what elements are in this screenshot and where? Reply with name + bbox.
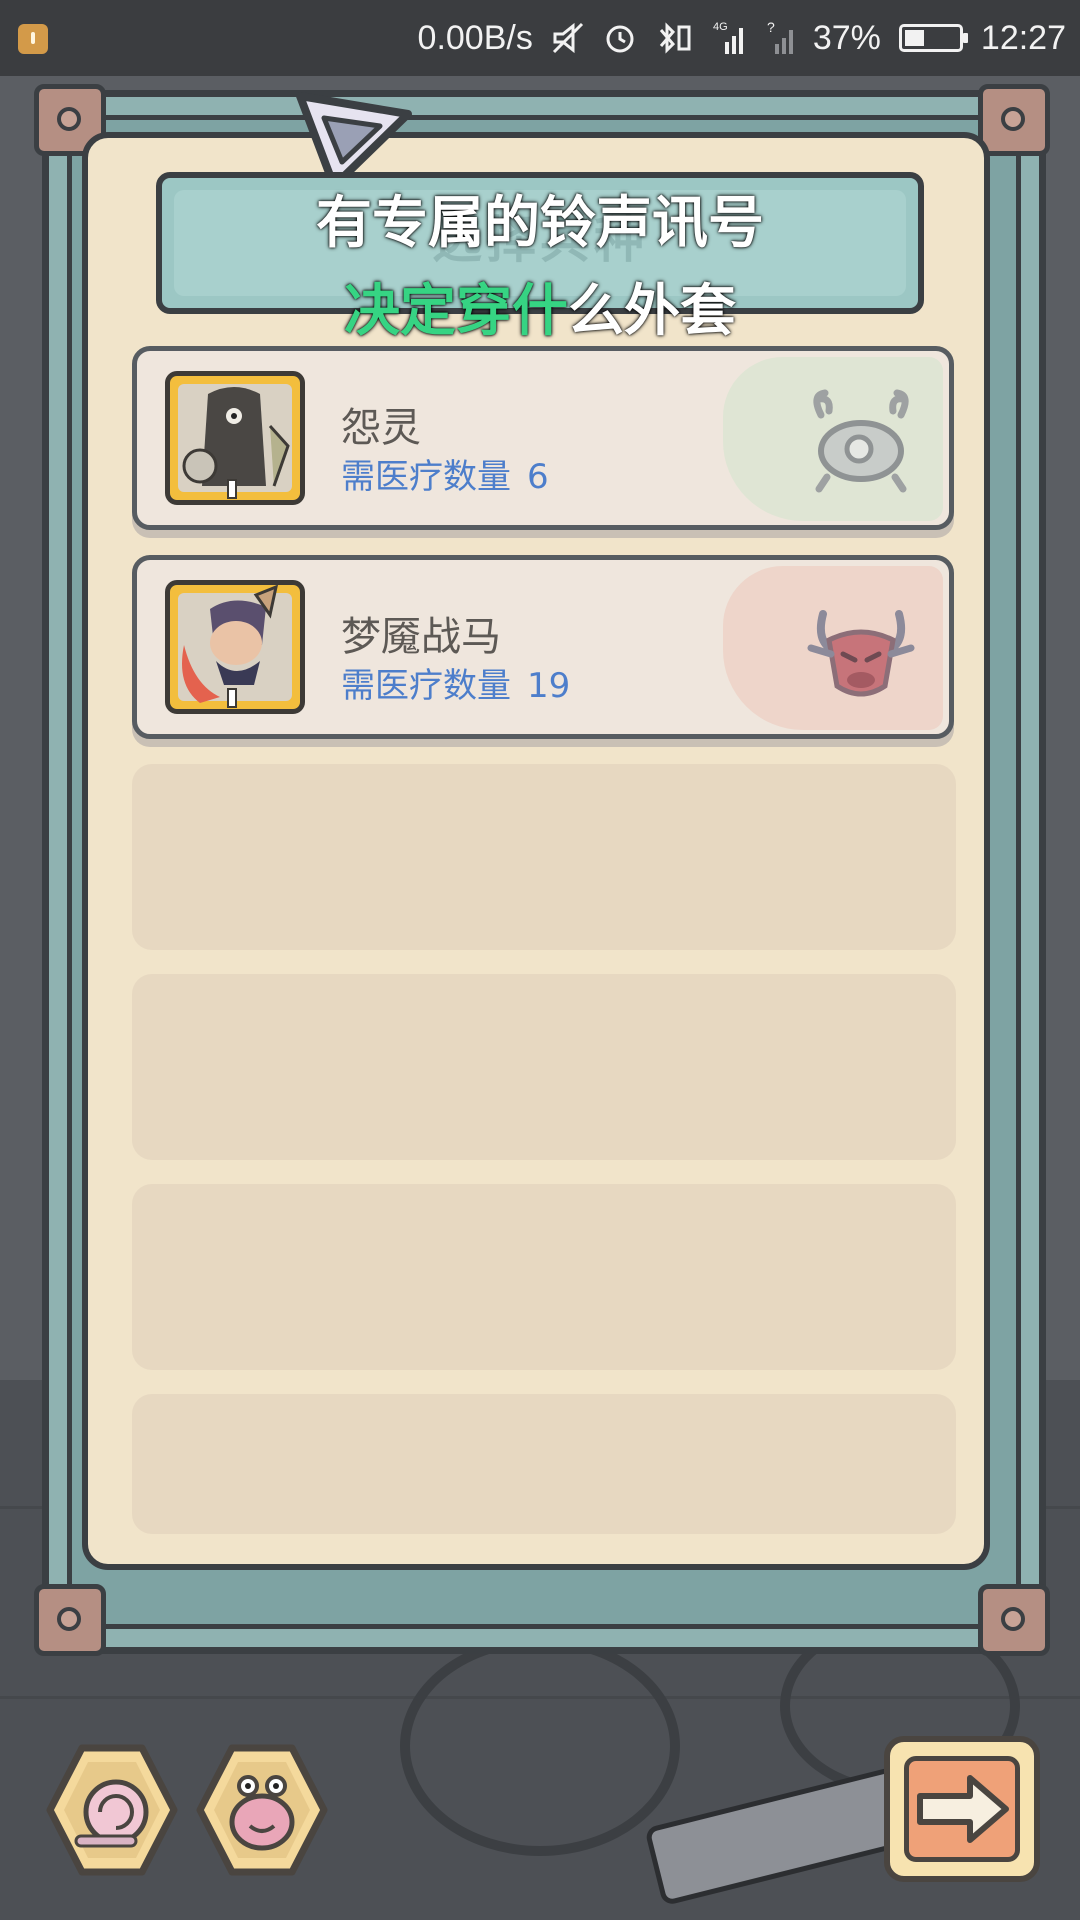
status-bar: 0.00B/s 4G ? 37% 12:27 xyxy=(0,0,1080,76)
crab-eye-icon xyxy=(813,389,909,493)
subtitle-highlight: 决定穿什 xyxy=(344,279,568,344)
heal-need-count: 19 xyxy=(527,666,571,706)
empty-unit-slot xyxy=(132,764,956,950)
status-icons: 0.00B/s 4G ? 37% 12:27 xyxy=(418,16,1066,60)
notification-app-icon xyxy=(18,24,48,54)
clock: 12:27 xyxy=(980,18,1066,57)
unit-name: 怨灵 xyxy=(341,405,421,451)
unit-card-wraith[interactable]: 怨灵 需医疗数量 6 xyxy=(132,346,954,530)
unit-portrait-nightmare-steed xyxy=(165,580,305,714)
svg-text:?: ? xyxy=(767,20,775,35)
unit-heal-need: 需医疗数量 19 xyxy=(341,658,570,707)
battery-percent: 37% xyxy=(812,18,881,57)
unit-heal-need: 需医疗数量 6 xyxy=(341,449,549,498)
corner-bracket xyxy=(34,1584,106,1656)
svg-text:4G: 4G xyxy=(713,21,728,33)
arrow-right-icon xyxy=(917,1775,1009,1843)
bull-demon-icon xyxy=(807,610,915,697)
heal-need-label: 需医疗数量 xyxy=(341,666,511,706)
unit-portrait-wraith xyxy=(165,371,305,505)
subtitle-line-1: 有专属的铃声讯号 xyxy=(316,191,764,256)
unit-card-nightmare-steed[interactable]: 梦魇战马 需医疗数量 19 xyxy=(132,555,954,739)
battery-icon xyxy=(898,24,968,52)
alarm-icon xyxy=(603,21,637,55)
empty-unit-slot xyxy=(132,974,956,1160)
slug-creature-button[interactable] xyxy=(192,1740,332,1880)
corner-bracket xyxy=(978,84,1050,156)
subtitle-rest: 么外套 xyxy=(568,279,736,344)
cable xyxy=(400,1636,680,1856)
mute-icon xyxy=(551,21,585,55)
subtitle-line-2: 决定穿什么外套 xyxy=(0,266,1080,347)
net-speed: 0.00B/s xyxy=(417,18,533,57)
corner-bracket xyxy=(978,1584,1050,1656)
empty-unit-slot xyxy=(132,1184,956,1370)
empty-unit-slot xyxy=(132,1394,956,1534)
snail-shell-button[interactable] xyxy=(42,1740,182,1880)
heal-need-label: 需医疗数量 xyxy=(341,457,511,497)
unit-name: 梦魇战马 xyxy=(341,614,501,660)
next-arrow-button[interactable] xyxy=(884,1736,1040,1882)
bluetooth-battery-icon xyxy=(655,21,695,55)
battery-fill xyxy=(904,30,924,46)
heal-need-count: 6 xyxy=(527,457,549,497)
signal-no-sim-icon: ? xyxy=(767,20,795,56)
signal-4g-icon: 4G xyxy=(713,20,749,56)
